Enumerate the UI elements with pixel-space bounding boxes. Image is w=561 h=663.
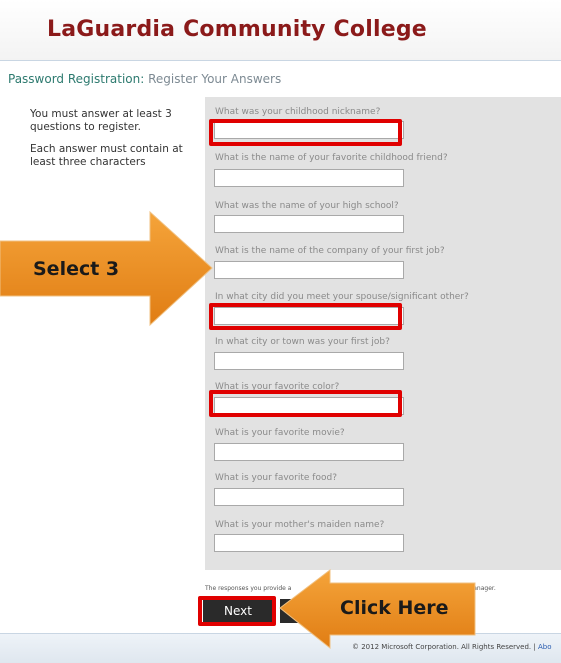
select-3-label: Select 3 [33, 258, 120, 280]
annotation-arrows [0, 210, 476, 650]
click-here-label: Click Here [340, 597, 449, 619]
